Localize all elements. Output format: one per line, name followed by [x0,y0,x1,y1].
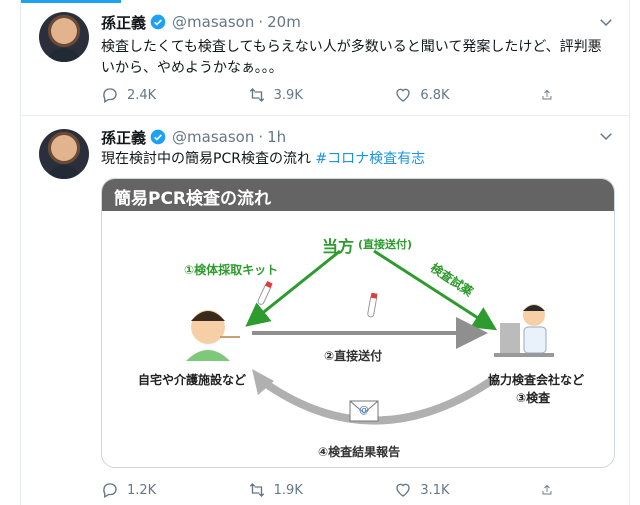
tweet[interactable]: 孫正義 @masason · 1h 現在検討中の簡易PCR検査の流れ #コロナ検… [21,117,629,505]
tweet-actions: 1.2K 1.9K 3.1K [101,479,561,501]
timestamp[interactable]: 1h [267,128,286,146]
verified-badge-icon [150,129,166,145]
separator-dot: · [258,13,264,31]
user-handle[interactable]: @masason [172,13,254,31]
reply-button[interactable]: 2.4K [101,86,211,104]
tweet[interactable]: 孫正義 @masason · 20m 検査したくても検査してもらえない人が多数い… [21,0,629,116]
like-count: 3.1K [420,482,450,498]
step3-label: ③検査 [516,391,551,405]
like-icon [396,483,410,497]
share-icon [542,89,552,100]
like-button[interactable]: 6.8K [394,86,504,104]
test-tube-icon [367,292,378,318]
retweet-button[interactable]: 3.9K [248,86,358,104]
step2-label: ②直接送付 [324,349,383,363]
reply-icon [103,483,117,498]
home-facility-label: 自宅や介護施設など [138,373,247,387]
retweet-button[interactable]: 1.9K [248,481,358,499]
user-handle[interactable]: @masason [172,128,254,146]
party-us: 当方 [322,237,355,256]
step1-label: ①検体採取キット [184,263,279,277]
like-button[interactable]: 3.1K [394,481,504,499]
infographic-title: 簡易PCR検査の流れ [114,189,272,209]
share-icon [542,484,552,495]
share-button[interactable] [541,481,561,499]
reply-icon [103,88,117,103]
tweet-header: 孫正義 @masason · 20m [101,12,301,32]
mail-icon: @ [349,400,379,422]
party-us-note: (直接送付) [358,238,413,251]
tweet-text: 検査したくても検査してもらえない人が多数いると聞いて発案したけど、評判悪いから、… [101,39,602,76]
reply-count: 1.2K [127,482,157,498]
reply-button[interactable]: 1.2K [101,481,211,499]
avatar[interactable] [39,129,89,179]
reply-count: 2.4K [127,87,157,103]
timeline: 孫正義 @masason · 20m 検査したくても検査してもらえない人が多数い… [20,0,630,505]
tweet-text-body: 現在検討中の簡易PCR検査の流れ [101,151,316,167]
verified-badge-icon [150,14,166,30]
like-count: 6.8K [420,87,450,103]
tweet-header: 孫正義 @masason · 1h [101,127,286,147]
chevron-down-icon[interactable] [597,127,615,145]
timestamp[interactable]: 20m [267,13,301,31]
svg-text:@: @ [359,405,369,416]
display-name[interactable]: 孫正義 [101,12,146,33]
lab-company-label: 協力検査会社など [488,373,585,387]
avatar[interactable] [39,12,89,62]
share-button[interactable] [541,86,561,104]
step4-label: ④検査結果報告 [318,445,401,459]
lab-worker-illustration [494,304,554,357]
separator-dot: · [258,128,264,146]
display-name[interactable]: 孫正義 [101,127,146,148]
retweet-icon [249,483,264,497]
test-tube-icon [257,281,273,305]
chevron-down-icon[interactable] [597,13,615,31]
retweet-count: 1.9K [273,482,303,498]
patient-illustration [186,310,240,361]
tweet-text: 現在検討中の簡易PCR検査の流れ #コロナ検査有志 [101,149,606,170]
like-icon [396,88,410,102]
hashtag-link[interactable]: #コロナ検査有志 [315,151,425,167]
tweet-actions: 2.4K 3.9K 6.8K [101,84,561,106]
retweet-count: 3.9K [273,87,303,103]
attached-image[interactable]: 簡易PCR検査の流れ @ 当方 (直接送付) ①検体採取キット 検査試薬 ②直接… [101,178,615,468]
retweet-icon [249,88,264,102]
infographic-header: 簡易PCR検査の流れ [102,179,614,211]
